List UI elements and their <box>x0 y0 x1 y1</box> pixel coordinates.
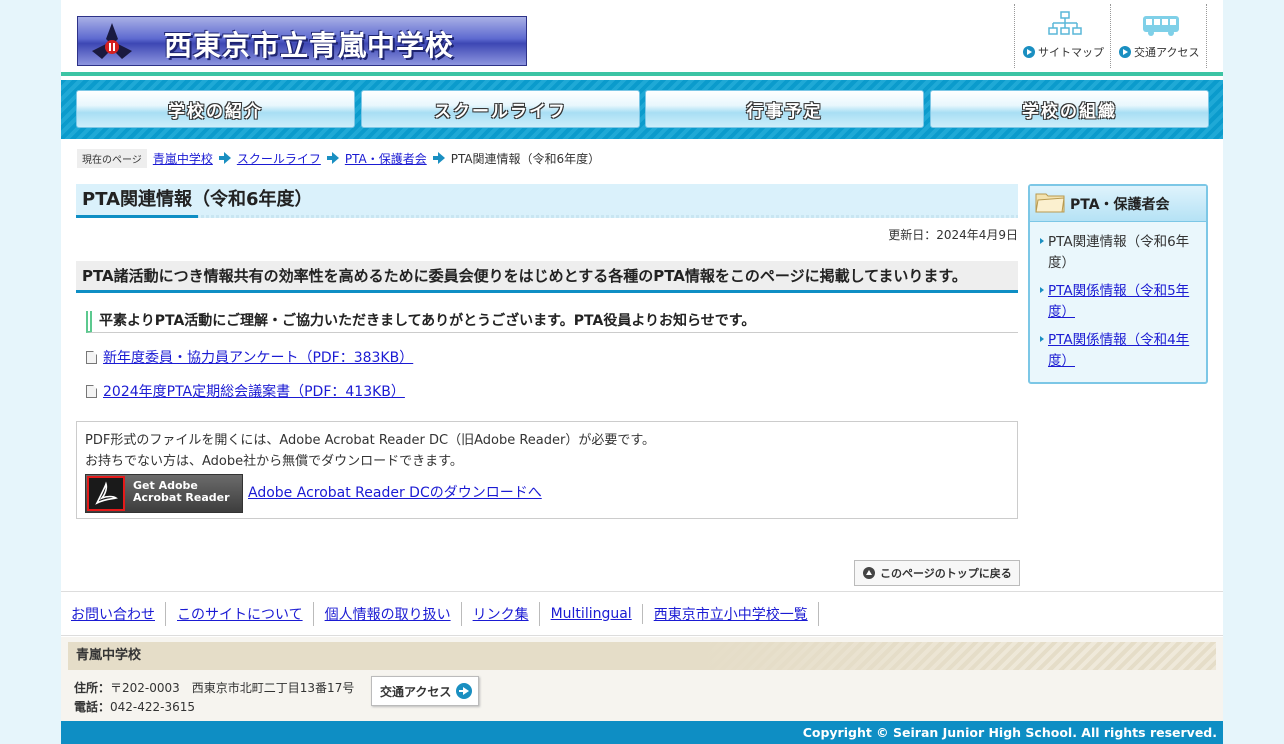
footer-access-button[interactable]: 交通アクセス <box>371 676 480 706</box>
file-item: 2024年度PTA定期総会議案書（PDF：413KB） <box>86 381 1018 401</box>
footer-link-links[interactable]: リンク集 <box>473 601 540 626</box>
breadcrumb-label: 現在のページ <box>77 148 147 168</box>
circle-arrow-icon <box>1119 46 1131 58</box>
logo-text: 西東京市立青嵐中学校 <box>164 29 455 62</box>
page-title: PTA関連情報（令和6年度） <box>76 184 1018 218</box>
arrow-right-icon <box>432 152 445 164</box>
nav-school-intro[interactable]: 学校の紹介 <box>76 90 355 128</box>
footer-link-multilingual[interactable]: Multilingual <box>551 603 643 624</box>
file-icon <box>86 384 97 398</box>
breadcrumb-link-home[interactable]: 青嵐中学校 <box>153 150 213 167</box>
global-nav: 学校の紹介 スクールライフ 行事予定 学校の組織 <box>61 80 1223 139</box>
nav-organization[interactable]: 学校の組織 <box>930 90 1209 128</box>
arrow-right-icon <box>218 152 231 164</box>
page-top-button[interactable]: このページのトップに戻る <box>854 560 1020 586</box>
footer-link-privacy[interactable]: 個人情報の取り扱い <box>325 601 462 626</box>
pdf-note-line-2: お持ちでない方は、Adobe社から無償でダウンロードできます。 <box>85 454 463 469</box>
get-adobe-reader-badge[interactable]: Get Adobe Acrobat Reader <box>85 474 243 513</box>
footer-link-about[interactable]: このサイトについて <box>177 601 314 626</box>
breadcrumb-link-pta[interactable]: PTA・保護者会 <box>345 150 427 167</box>
side-menu-list: PTA関連情報（令和6年度） PTA関係情報（令和5年度） PTA関係情報（令和… <box>1030 222 1206 372</box>
adobe-row: Get Adobe Acrobat Reader Adobe Acrobat R… <box>85 474 1009 513</box>
phone-text: 042-422-3615 <box>110 700 196 714</box>
side-menu-title: PTA・保護者会 <box>1070 197 1170 213</box>
sitemap-icon <box>1048 11 1082 35</box>
main-content: PTA関連情報（令和6年度） 更新日：2024年4月9日 PTA諸活動につき情報… <box>76 184 1018 519</box>
school-emblem-icon <box>92 23 132 59</box>
sitemap-link[interactable]: サイトマップ <box>1014 4 1111 68</box>
adobe-download-link[interactable]: Adobe Acrobat Reader DCのダウンロードへ <box>248 483 542 504</box>
breadcrumb-current: PTA関連情報（令和6年度） <box>450 151 601 166</box>
file-icon <box>86 350 97 364</box>
site-header: 西東京市立青嵐中学校 サイトマップ 交通アクセス <box>61 0 1223 76</box>
acrobat-icon <box>87 476 125 511</box>
file-link-survey[interactable]: 新年度委員・協力員アンケート（PDF：383KB） <box>103 347 413 367</box>
arrow-up-icon <box>863 567 875 579</box>
side-menu-item: PTA関係情報（令和4年度） <box>1040 330 1198 372</box>
side-link-r4[interactable]: PTA関係情報（令和4年度） <box>1048 332 1189 369</box>
footer-link-schools[interactable]: 西東京市立小中学校一覧 <box>654 601 819 626</box>
footer-info: 青嵐中学校 住所：〒202-0003 西東京市北町二丁目13番17号 電話：04… <box>61 637 1223 721</box>
file-item: 新年度委員・協力員アンケート（PDF：383KB） <box>86 347 1018 367</box>
address-text: 〒202-0003 西東京市北町二丁目13番17号 <box>110 681 355 695</box>
section-heading: PTA諸活動につき情報共有の効率性を高めるために委員会便りをはじめとする各種のP… <box>76 261 1018 293</box>
breadcrumb: 現在のページ 青嵐中学校 スクールライフ PTA・保護者会 PTA関連情報（令和… <box>77 148 600 168</box>
side-menu-item: PTA関係情報（令和5年度） <box>1040 281 1198 323</box>
side-menu-item-current: PTA関連情報（令和6年度） <box>1040 232 1198 274</box>
footer-address: 住所：〒202-0003 西東京市北町二丁目13番17号 電話：042-422-… <box>74 681 355 714</box>
sitemap-label[interactable]: サイトマップ <box>1023 44 1104 60</box>
page: 西東京市立青嵐中学校 サイトマップ 交通アクセス 学校の紹介 スクールライフ 行… <box>61 0 1223 744</box>
bus-icon <box>1143 16 1179 36</box>
arrow-right-icon <box>326 152 339 164</box>
side-link-r5[interactable]: PTA関係情報（令和5年度） <box>1048 283 1189 320</box>
nav-events[interactable]: 行事予定 <box>645 90 924 128</box>
arrow-right-circle-icon <box>456 683 473 699</box>
access-link[interactable]: 交通アクセス <box>1110 4 1207 68</box>
pdf-note-line-1: PDF形式のファイルを開くには、Adobe Acrobat Reader DC（… <box>85 433 656 448</box>
access-label[interactable]: 交通アクセス <box>1119 44 1199 60</box>
subsection-heading: 平素よりPTA活動にご理解・ご協力いただきましてありがとうございます。PTA役員… <box>86 311 1018 333</box>
breadcrumb-link-school-life[interactable]: スクールライフ <box>237 150 321 167</box>
footer-link-contact[interactable]: お問い合わせ <box>71 601 166 626</box>
school-logo[interactable]: 西東京市立青嵐中学校 <box>77 16 527 66</box>
footer-links: お問い合わせ このサイトについて 個人情報の取り扱い リンク集 Multilin… <box>61 591 1223 636</box>
file-link-agenda[interactable]: 2024年度PTA定期総会議案書（PDF：413KB） <box>103 381 405 401</box>
nav-school-life[interactable]: スクールライフ <box>361 90 640 128</box>
adobe-badge-text: Get Adobe Acrobat Reader <box>133 479 230 504</box>
copyright: Copyright © Seiran Junior High School. A… <box>61 721 1223 744</box>
side-menu-header: PTA・保護者会 <box>1030 186 1206 222</box>
pdf-notice: PDF形式のファイルを開くには、Adobe Acrobat Reader DC（… <box>76 421 1018 519</box>
updated-date: 更新日：2024年4月9日 <box>888 228 1018 242</box>
folder-icon <box>1035 193 1065 213</box>
side-menu: PTA・保護者会 PTA関連情報（令和6年度） PTA関係情報（令和5年度） P… <box>1028 184 1208 384</box>
footer-school-name: 青嵐中学校 <box>68 642 1216 670</box>
circle-arrow-icon <box>1023 46 1035 58</box>
